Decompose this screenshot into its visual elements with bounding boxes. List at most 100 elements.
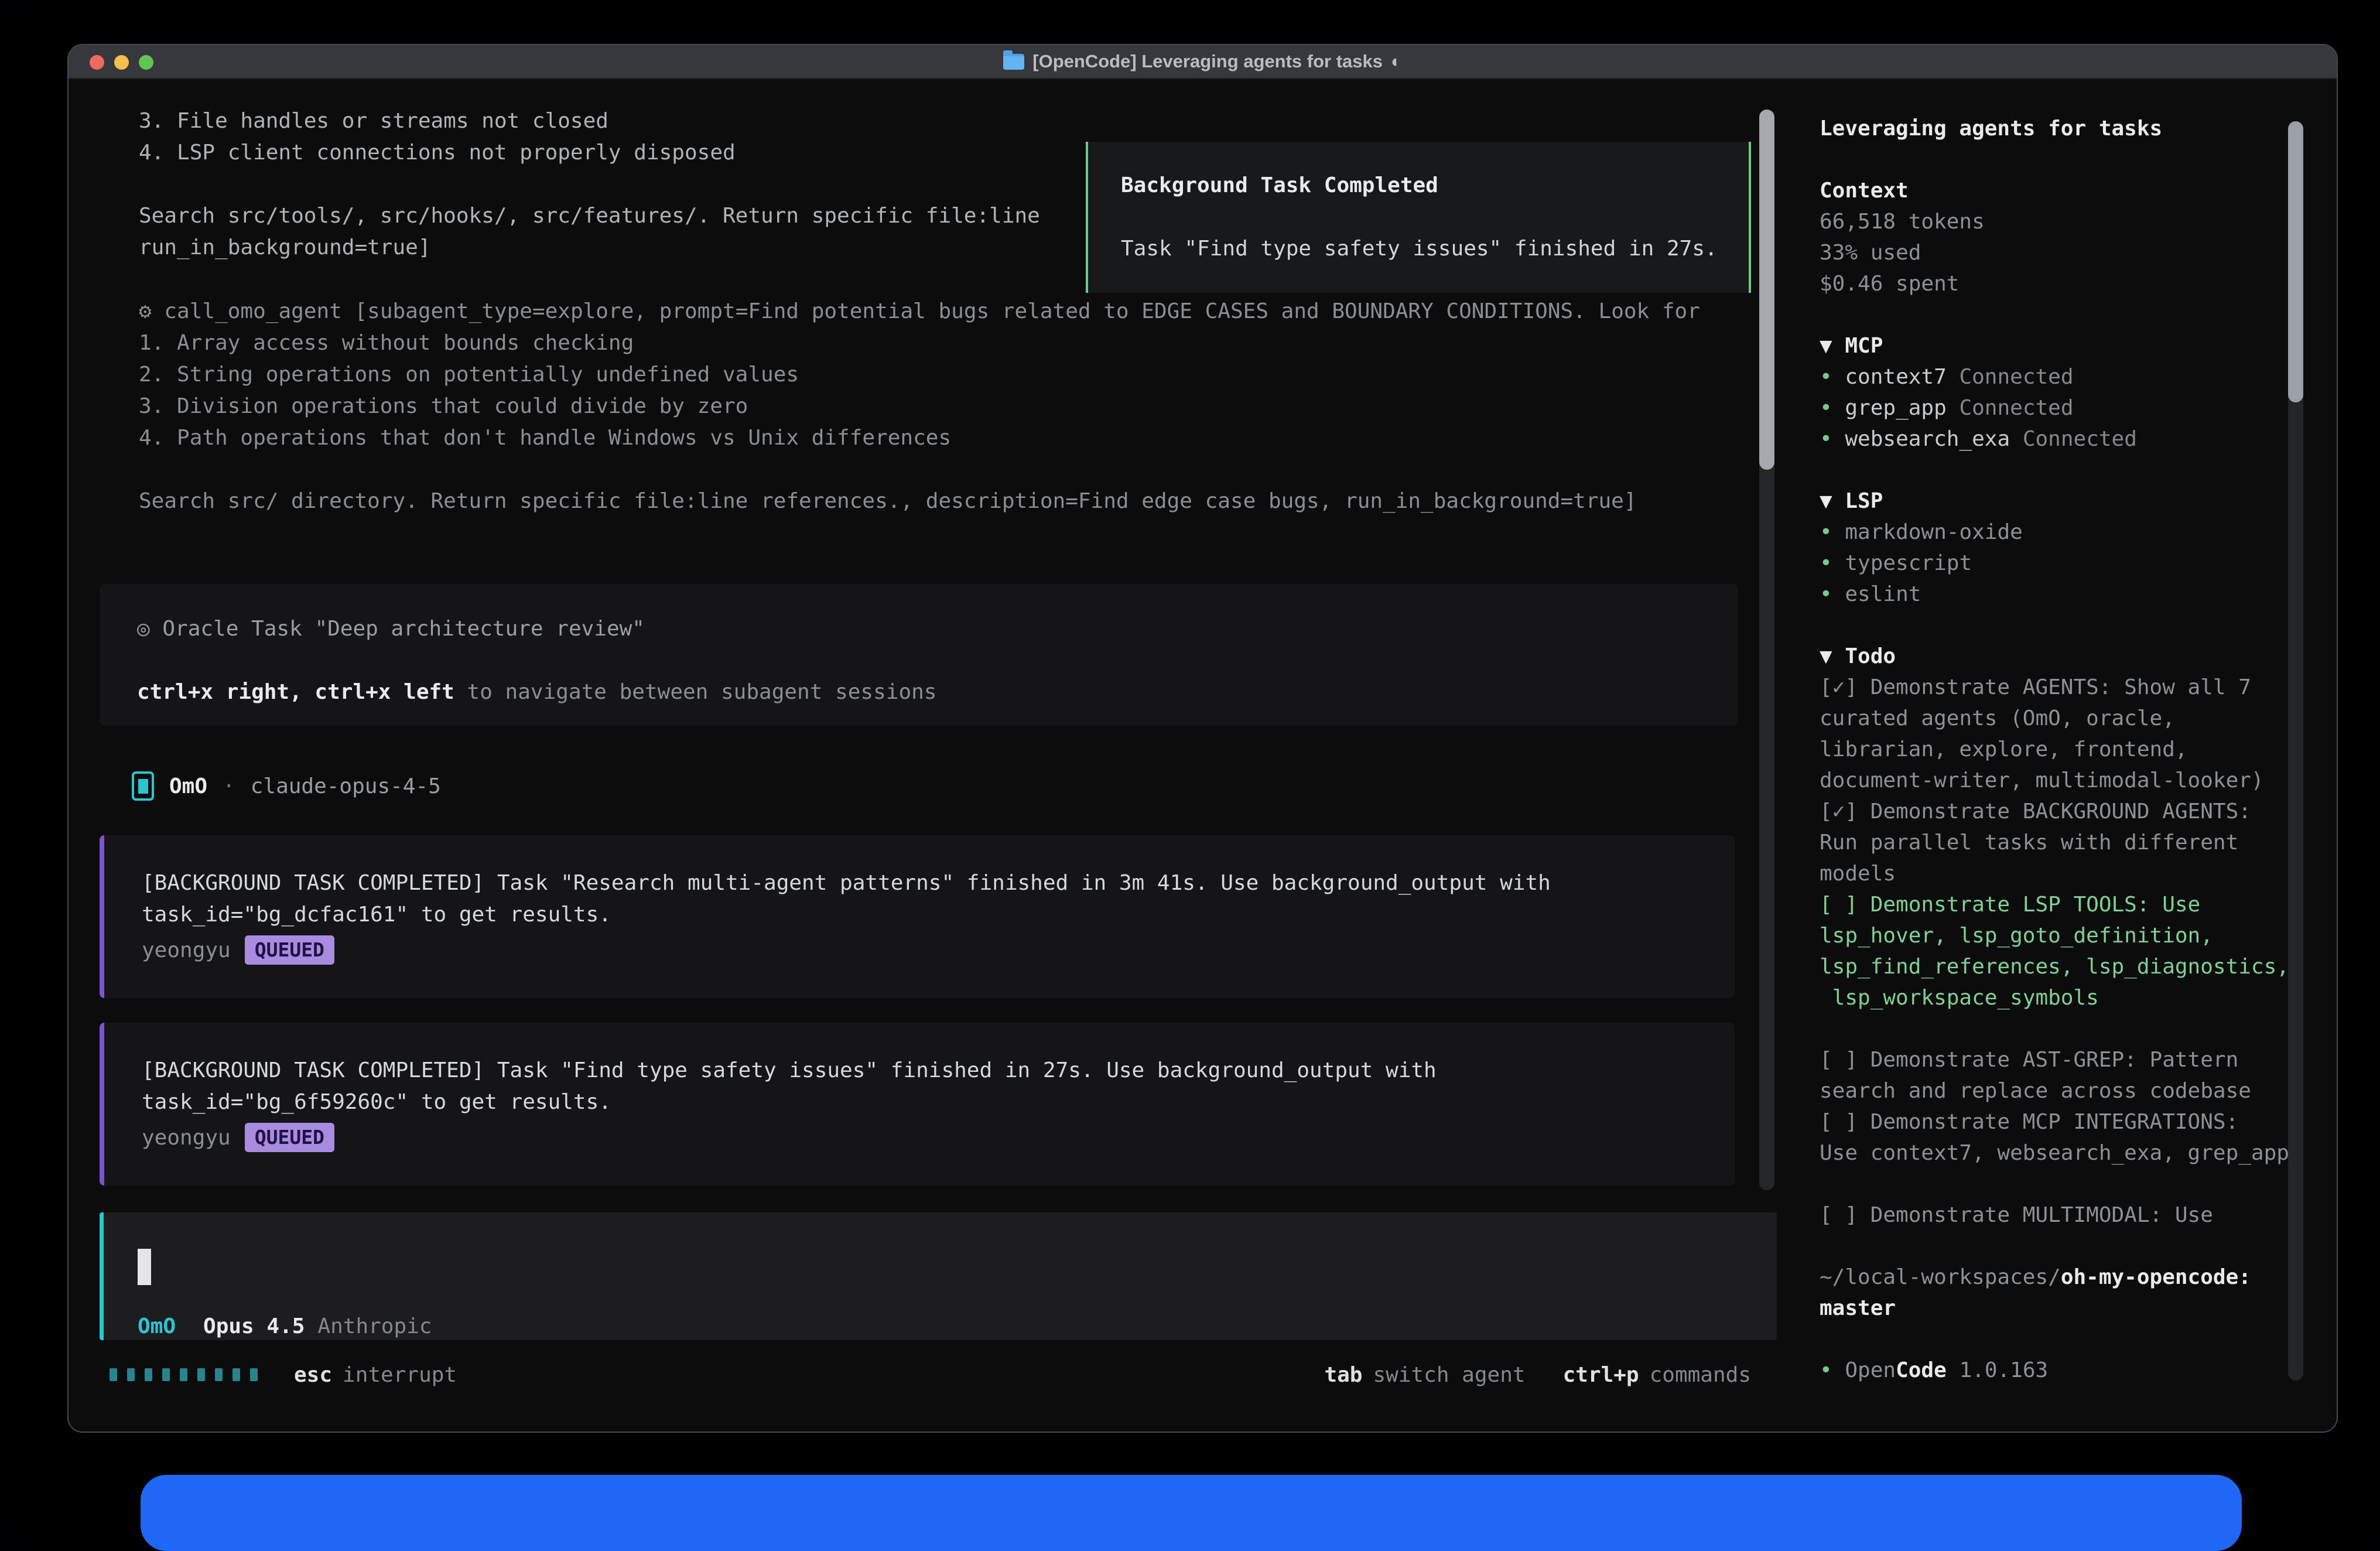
spacer <box>1820 299 2337 330</box>
window-titlebar[interactable]: [OpenCode] Leveraging agents for tasks ◐ <box>69 45 2337 79</box>
tool-call-line: 3. Division operations that could divide… <box>139 391 1700 422</box>
spacer <box>1820 144 2337 175</box>
scrollback-line <box>139 169 1040 200</box>
todo-item-pending: [ ] Demonstrate AST-GREP: Patternsearch … <box>1820 1044 2337 1106</box>
todo-line: Run parallel tasks with different <box>1820 827 2337 858</box>
lsp-heading-label: LSP <box>1845 489 1883 513</box>
workspace-repo: oh-my-opencode: <box>2061 1265 2251 1289</box>
todo-line: lsp_hover, lsp_goto_definition, <box>1820 920 2337 951</box>
lsp-item: • typescript <box>1820 548 2337 579</box>
tool-call-header-text: call_omo_agent [subagent_type=explore, p… <box>164 299 1700 323</box>
transcript-scrollbar-thumb[interactable] <box>1759 110 1774 470</box>
context-heading: Context <box>1820 175 2337 206</box>
terminal-window: [OpenCode] Leveraging agents for tasks ◐… <box>67 44 2338 1433</box>
todo-item-done: [✓] Demonstrate AGENTS: Show all 7curate… <box>1820 672 2337 796</box>
tool-call-header: ⚙ call_omo_agent [subagent_type=explore,… <box>139 296 1700 327</box>
status-badge: QUEUED <box>245 1123 334 1152</box>
lsp-item-name: eslint <box>1845 582 1921 606</box>
minimize-button-icon[interactable] <box>114 55 129 70</box>
todo-line: document-writer, multimodal-looker) <box>1820 765 2337 796</box>
composer-agent: OmO <box>138 1314 176 1338</box>
oracle-hint-text: to navigate between subagent sessions <box>454 680 937 704</box>
spacer <box>1820 1013 2337 1044</box>
scrollback-line: 3. File handles or streams not closed <box>139 105 1040 137</box>
scrollback-line: 4. LSP client connections not properly d… <box>139 137 1040 169</box>
commands-key-hint: ctrl+p <box>1563 1363 1639 1387</box>
todo-line: [ ] Demonstrate MCP INTEGRATIONS: <box>1820 1106 2337 1137</box>
transcript-scrollbar[interactable] <box>1759 110 1774 1190</box>
mcp-item: • context7 Connected <box>1820 361 2337 392</box>
todo-item-active: [ ] Demonstrate LSP TOOLS: Uselsp_hover,… <box>1820 889 2337 1013</box>
close-button-icon[interactable] <box>90 55 104 70</box>
brand-name-regular: Open <box>1845 1358 1896 1382</box>
tool-call-body: 1. Array access without bounds checking2… <box>139 327 1700 517</box>
scrollback-line: run_in_background=true] <box>139 232 1040 264</box>
chevron-down-icon: ▼ <box>1820 489 1832 513</box>
task-author: yeongyu <box>142 1126 231 1150</box>
sidebar-scrollbar[interactable] <box>2288 121 2303 1381</box>
todo-line: Use context7, websearch_exa, grep_app <box>1820 1137 2337 1169</box>
session-sidebar: Leveraging agents for tasks Context 66,5… <box>1776 79 2337 1432</box>
spinner-dot <box>180 1368 187 1381</box>
todo-line: [✓] Demonstrate BACKGROUND AGENTS: <box>1820 796 2337 827</box>
mcp-item-status: Connected <box>2023 427 2137 451</box>
tool-call-line <box>139 454 1700 486</box>
terminal-scrollback: 3. File handles or streams not closed4. … <box>139 105 1040 264</box>
oracle-title: Oracle Task "Deep architecture review" <box>162 617 645 641</box>
gear-icon: ⚙ <box>139 299 152 323</box>
oracle-hint-keys: ctrl+x right, ctrl+x left <box>137 680 454 704</box>
traffic-lights <box>90 45 153 79</box>
spinner-dot <box>127 1368 135 1381</box>
separator-dot: · <box>223 774 235 798</box>
oracle-hint: ctrl+x right, ctrl+x left to navigate be… <box>137 677 1738 708</box>
sidebar-session-title: Leveraging agents for tasks <box>1820 113 2337 144</box>
composer-model-row: OmO Opus 4.5 Anthropic <box>138 1310 432 1342</box>
mcp-heading-label: MCP <box>1845 334 1883 358</box>
activity-spinner <box>110 1368 258 1381</box>
todo-heading-label: Todo <box>1845 644 1896 668</box>
tool-call-line: 2. String operations on potentially unde… <box>139 359 1700 391</box>
todo-line: search and replace across codebase <box>1820 1075 2337 1106</box>
agent-model: claude-opus-4-5 <box>251 774 441 798</box>
spacer <box>1121 201 1749 233</box>
spacer <box>1820 1169 2337 1200</box>
todo-line: librarian, explore, frontend, <box>1820 734 2337 765</box>
workspace-branch: master <box>1820 1293 2337 1324</box>
spinner-dot <box>250 1368 258 1381</box>
scrollback-line: Search src/tools/, src/hooks/, src/featu… <box>139 200 1040 232</box>
composer-input[interactable]: OmO Opus 4.5 Anthropic <box>100 1212 1777 1340</box>
section-header-mcp[interactable]: ▼ MCP <box>1820 330 2337 361</box>
sidebar-scrollbar-thumb[interactable] <box>2288 121 2303 402</box>
toast-body: Task "Find type safety issues" finished … <box>1121 233 1749 265</box>
todo-line: [ ] Demonstrate LSP TOOLS: Use <box>1820 889 2337 920</box>
status-dot-icon: • <box>1820 1358 1832 1382</box>
task-message-line2: task_id="bg_6f59260c" to get results. <box>142 1087 1735 1118</box>
todo-line: lsp_find_references, lsp_diagnostics, <box>1820 951 2337 982</box>
composer-model: Opus 4.5 <box>203 1314 305 1338</box>
context-stat-line: 66,518 tokens <box>1820 206 2337 237</box>
tab-action-label: switch agent <box>1373 1363 1525 1387</box>
spinner-dot <box>215 1368 223 1381</box>
spinner-dot <box>145 1368 152 1381</box>
esc-key-hint: esc <box>294 1363 332 1387</box>
workspace-path-prefix: ~/local-workspaces/ <box>1820 1265 2061 1289</box>
lsp-item: • eslint <box>1820 579 2337 610</box>
commands-action-label: commands <box>1650 1363 1751 1387</box>
desktop-wallpaper-bar <box>141 1475 2242 1551</box>
zoom-button-icon[interactable] <box>139 55 153 70</box>
window-title: [OpenCode] Leveraging agents for tasks ◐ <box>69 51 2337 72</box>
window-title-text: [OpenCode] Leveraging agents for tasks <box>1032 51 1383 72</box>
mcp-item-name: grep_app <box>1845 396 1946 420</box>
status-dot-icon: • <box>1820 365 1832 389</box>
spacer <box>1820 1231 2337 1262</box>
section-header-todo[interactable]: ▼ Todo <box>1820 641 2337 672</box>
section-header-lsp[interactable]: ▼ LSP <box>1820 486 2337 517</box>
todo-line: [ ] Demonstrate MULTIMODAL: Use <box>1820 1200 2337 1231</box>
workspace-path: ~/local-workspaces/oh-my-opencode: <box>1820 1262 2337 1293</box>
task-message-line1: [BACKGROUND TASK COMPLETED] Task "Find t… <box>142 1055 1735 1087</box>
session-indicator-icon: ◐ <box>1391 51 1402 72</box>
chevron-down-icon: ▼ <box>1820 644 1832 668</box>
mcp-item-status: Connected <box>1959 365 2073 389</box>
status-dot-icon: • <box>1820 396 1832 420</box>
spacer <box>1820 455 2337 486</box>
